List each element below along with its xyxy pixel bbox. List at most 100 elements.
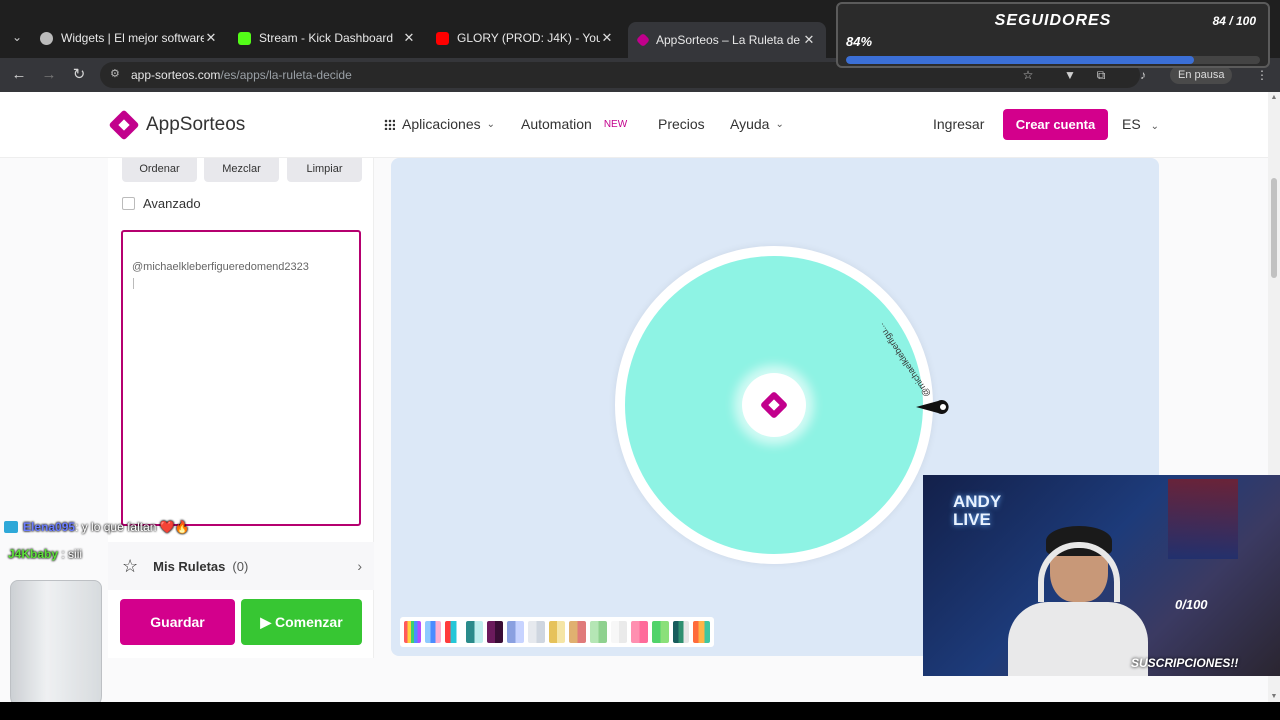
tab-search-chevron-icon[interactable]: ⌄	[8, 28, 26, 46]
advanced-label: Avanzado	[143, 196, 201, 211]
appsorteos-favicon-icon	[635, 32, 651, 48]
followers-progress-fill	[846, 56, 1194, 64]
clear-button[interactable]: Limpiar	[287, 158, 362, 182]
chevron-down-icon: ⌄	[486, 118, 495, 130]
grid-icon	[384, 118, 395, 130]
language-selector[interactable]: ES ⌄	[1122, 116, 1159, 132]
scrollbar-thumb[interactable]	[1271, 178, 1277, 278]
appsorteos-logo-icon	[760, 391, 788, 419]
extensions-icon[interactable]: ⧉	[1093, 67, 1109, 83]
palette-swatch[interactable]	[590, 621, 607, 643]
scroll-up-icon[interactable]: ▲	[1270, 94, 1278, 101]
entries-panel: Ordenar Mezclar Limpiar Avanzado @michae…	[108, 158, 374, 658]
chat-badge-icon	[4, 521, 18, 533]
sort-button[interactable]: Ordenar	[122, 158, 197, 182]
site-logo[interactable]: AppSorteos	[108, 109, 245, 141]
tab-widgets[interactable]: Widgets | El mejor software pa ✕	[30, 24, 228, 52]
palette-swatch[interactable]	[548, 621, 566, 643]
create-account-button[interactable]: Crear cuenta	[1003, 109, 1108, 140]
close-icon[interactable]: ✕	[802, 32, 816, 48]
bottom-bar	[0, 702, 1280, 720]
roulette-wheel[interactable]: @michaelkleberfigu...	[615, 246, 933, 564]
entries-textarea[interactable]: @michaelkleberfigueredomend2323	[121, 230, 361, 526]
chat-username: Elena095	[23, 520, 76, 534]
subs-label: SUSCRIPCIONES!!	[1131, 656, 1239, 670]
chat-text: : y lo que faltan ❤️🔥	[75, 520, 190, 534]
close-icon[interactable]: ✕	[204, 30, 218, 46]
media-icon[interactable]: ♪	[1135, 67, 1151, 83]
reload-icon[interactable]: ↻	[70, 66, 88, 84]
tab-favicon-icon	[40, 31, 53, 45]
palette-swatch[interactable]	[445, 621, 463, 643]
tab-appsorteos[interactable]: AppSorteos – La Ruleta de la S ✕	[628, 22, 826, 58]
nav-help[interactable]: Ayuda ⌄	[730, 116, 784, 132]
menu-kebab-icon[interactable]: ⋮	[1254, 67, 1270, 83]
close-icon[interactable]: ✕	[600, 30, 614, 46]
palette-swatch[interactable]	[528, 621, 545, 643]
tab-title: Widgets | El mejor software pa	[61, 31, 204, 45]
back-icon[interactable]: ←	[10, 66, 28, 84]
palette-swatch[interactable]	[672, 621, 690, 643]
followers-count: 84 / 100	[1212, 14, 1256, 28]
advanced-toggle[interactable]: Avanzado	[122, 196, 201, 211]
palette-swatch[interactable]	[631, 621, 649, 643]
advanced-checkbox[interactable]	[122, 197, 135, 210]
tab-title: Stream - Kick Dashboard	[259, 31, 394, 45]
followers-title: SEGUIDORES	[994, 12, 1112, 29]
chat-message: J4Kbaby : siii	[8, 547, 82, 561]
followers-progress-track	[846, 56, 1260, 64]
chat-message: Elena095 : y lo que faltan ❤️🔥	[4, 520, 190, 534]
new-badge: NEW	[603, 118, 628, 130]
appsorteos-logo-icon	[108, 109, 140, 141]
chat-text: : siii	[61, 547, 83, 561]
shield-icon[interactable]: ▼	[1062, 67, 1078, 83]
bookmark-star-icon[interactable]: ☆	[1020, 67, 1036, 83]
my-roulettes-count: (0)	[232, 558, 249, 574]
profile-paused-chip[interactable]: En pausa	[1170, 66, 1233, 84]
start-button[interactable]: ▶ Comenzar	[241, 599, 362, 645]
login-link[interactable]: Ingresar	[933, 116, 984, 132]
save-button[interactable]: Guardar	[120, 599, 235, 645]
webcam-overlay: ANDY LIVE 0/100 SUSCRIPCIONES!!	[923, 475, 1280, 676]
star-icon: ☆	[122, 555, 139, 576]
palette-swatch[interactable]	[652, 621, 669, 643]
shuffle-button[interactable]: Mezclar	[204, 158, 279, 182]
nav-prices[interactable]: Precios	[658, 116, 705, 132]
neon-sign: ANDY LIVE	[953, 492, 1001, 529]
nav-automation[interactable]: Automation NEW	[521, 116, 627, 132]
palette-swatch[interactable]	[486, 621, 504, 643]
palette-swatch[interactable]	[507, 621, 525, 643]
wheel-hub[interactable]	[742, 373, 806, 437]
entry-line: @michaelkleberfigueredomend2323	[132, 261, 309, 273]
color-palette-picker	[400, 617, 714, 647]
site-header: AppSorteos Aplicaciones ⌄ Automation NEW…	[0, 92, 1268, 158]
close-icon[interactable]: ✕	[402, 30, 416, 46]
glass-image	[10, 580, 102, 710]
palette-swatch[interactable]	[569, 621, 587, 643]
palette-swatch[interactable]	[466, 621, 483, 643]
text-cursor	[133, 278, 134, 289]
brand-name: AppSorteos	[146, 114, 246, 135]
palette-swatch[interactable]	[693, 621, 711, 643]
followers-goal-overlay: SEGUIDORES 84 / 100 84%	[836, 2, 1270, 68]
tab-youtube[interactable]: GLORY (PROD: J4K) - YouTube ✕	[426, 24, 624, 52]
wall-poster	[1168, 479, 1238, 559]
tab-title: AppSorteos – La Ruleta de la S	[656, 33, 802, 47]
followers-percent: 84%	[846, 34, 873, 49]
palette-swatch[interactable]	[610, 621, 628, 643]
site-info-icon[interactable]: ⚙	[110, 67, 124, 81]
nav-apps[interactable]: Aplicaciones ⌄	[384, 116, 495, 132]
tab-title: GLORY (PROD: J4K) - YouTube	[457, 31, 600, 45]
chevron-right-icon: ›	[357, 558, 362, 574]
nav-prices-label: Precios	[658, 116, 705, 132]
my-roulettes-row[interactable]: ☆ Mis Ruletas (0) ›	[108, 542, 374, 590]
scroll-down-icon[interactable]: ▼	[1270, 693, 1278, 700]
palette-swatch[interactable]	[404, 621, 421, 643]
palette-swatch[interactable]	[424, 621, 442, 643]
tab-kick-dashboard[interactable]: Stream - Kick Dashboard ✕	[228, 24, 426, 52]
forward-icon[interactable]: →	[40, 66, 58, 84]
language-label: ES	[1122, 116, 1141, 132]
subs-counter: 0/100	[1175, 597, 1208, 612]
hoodie	[1008, 602, 1148, 676]
youtube-icon	[436, 31, 449, 45]
